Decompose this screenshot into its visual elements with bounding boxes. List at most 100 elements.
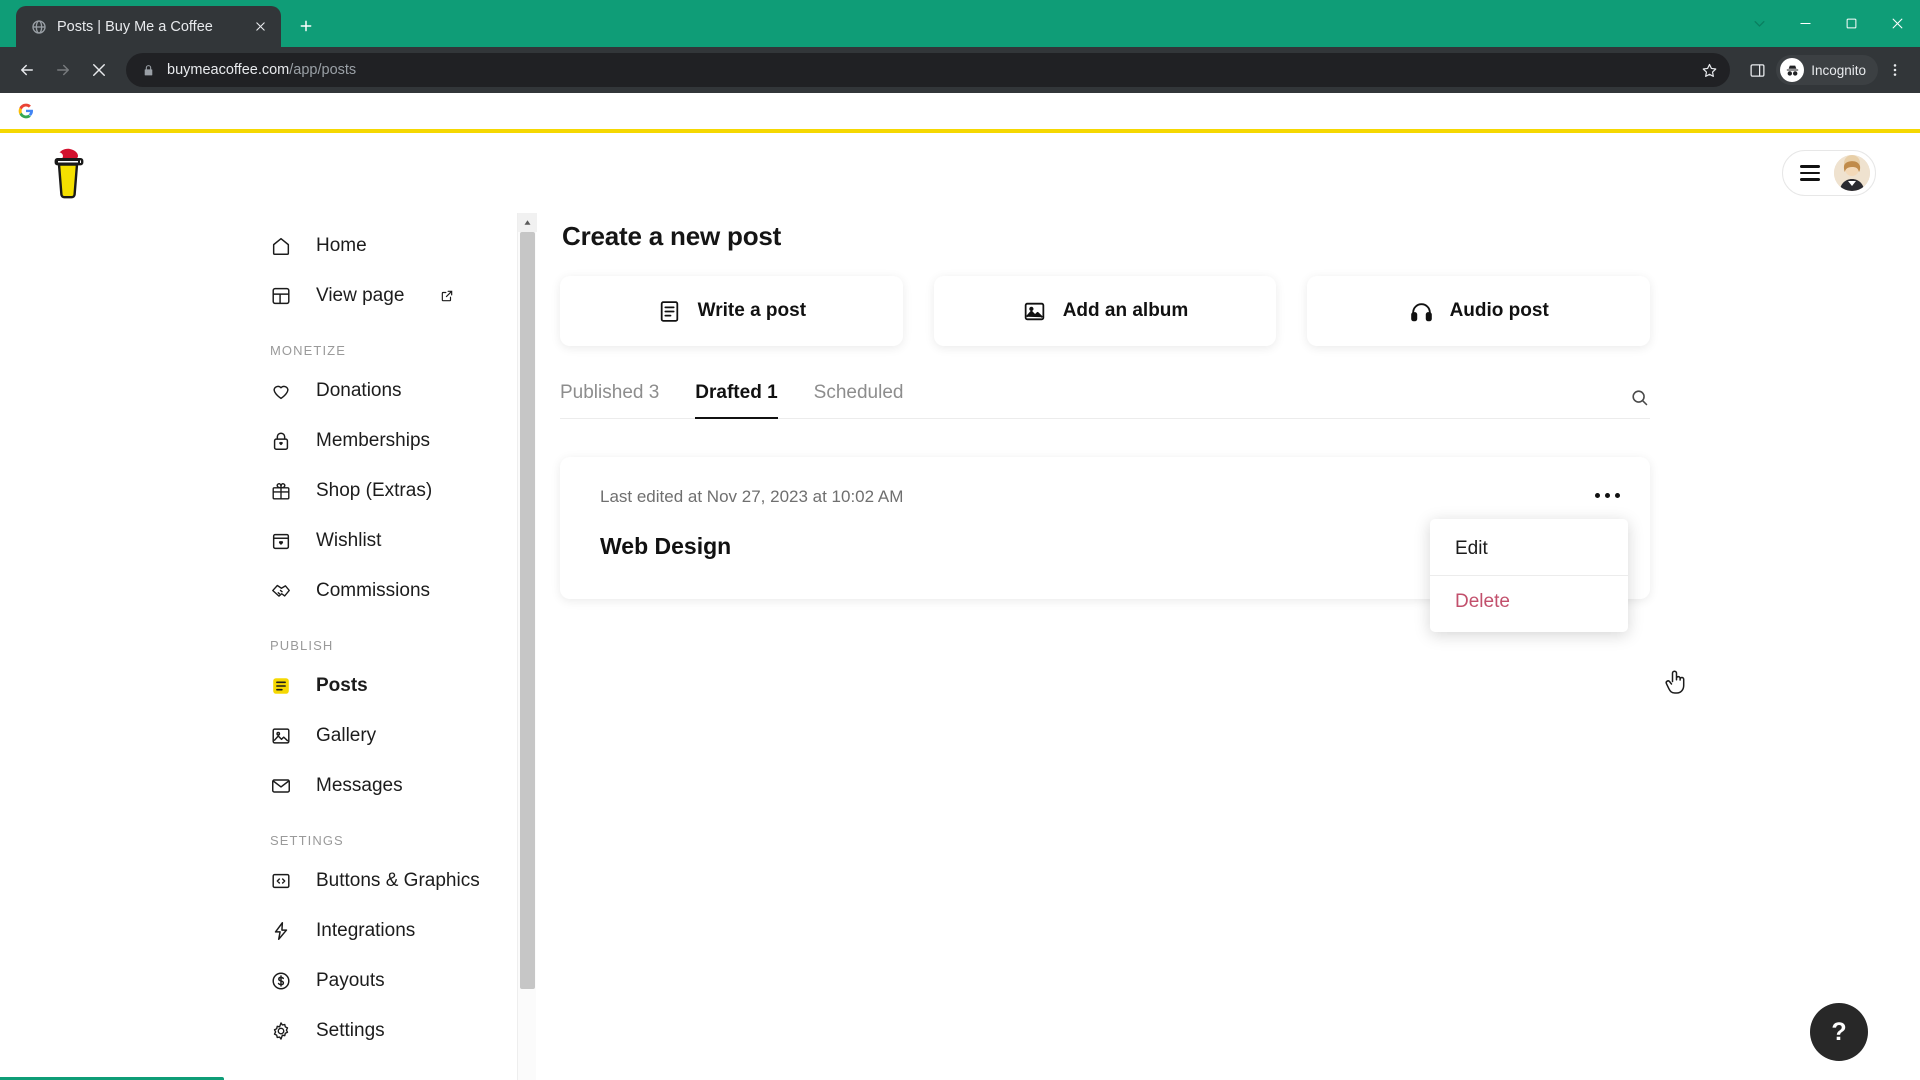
- page-content: Home View page MONETIZE Donations Member…: [0, 133, 1920, 1080]
- sidebar-section-title: MONETIZE: [270, 343, 346, 358]
- sidebar-item-commissions[interactable]: Commissions: [270, 566, 530, 616]
- menu-item-delete[interactable]: Delete: [1430, 576, 1628, 628]
- incognito-icon: [1780, 58, 1805, 82]
- side-panel-icon[interactable]: [1740, 53, 1774, 87]
- google-icon[interactable]: [12, 99, 40, 123]
- page-title: Create a new post: [562, 221, 782, 251]
- maximize-icon[interactable]: [1828, 0, 1874, 47]
- post-last-edited: Last edited at Nov 27, 2023 at 10:02 AM: [600, 487, 904, 506]
- audio-post-button[interactable]: Audio post: [1307, 276, 1651, 346]
- app-header: [0, 133, 1920, 213]
- posts-tabs: Published 3 Drafted 1 Scheduled: [560, 382, 1650, 419]
- hamburger-icon[interactable]: [1800, 165, 1820, 181]
- dollar-circle-icon: [270, 970, 292, 992]
- chevron-down-icon[interactable]: [1736, 0, 1782, 47]
- user-menu-button[interactable]: [1782, 150, 1876, 196]
- sidebar-item-label: Home: [316, 235, 367, 256]
- document-icon: [657, 299, 682, 324]
- sidebar-item-donations[interactable]: Donations: [270, 366, 530, 416]
- create-post-options: Write a post Add an album Audio post: [560, 276, 1651, 346]
- sidebar-item-label: Messages: [316, 775, 403, 796]
- external-link-icon: [440, 289, 454, 303]
- new-tab-button[interactable]: [289, 9, 323, 43]
- sidebar-item-posts[interactable]: Posts: [270, 661, 530, 711]
- minimize-icon[interactable]: [1782, 0, 1828, 47]
- sidebar-item-messages[interactable]: Messages: [270, 761, 530, 811]
- sidebar-item-wishlist[interactable]: Wishlist: [270, 516, 530, 566]
- back-arrow-icon[interactable]: [10, 53, 44, 87]
- tab-scheduled[interactable]: Scheduled: [814, 382, 904, 418]
- url-path: /app/posts: [289, 62, 357, 78]
- sidebar-item-label: Integrations: [316, 920, 416, 941]
- globe-icon: [30, 18, 47, 35]
- heart-icon: [270, 380, 292, 402]
- tab-title: Posts | Buy Me a Coffee: [57, 18, 213, 35]
- sidebar-item-memberships[interactable]: Memberships: [270, 416, 530, 466]
- create-card-label: Write a post: [697, 300, 807, 321]
- help-button[interactable]: ?: [1810, 1003, 1868, 1061]
- avatar[interactable]: [1834, 155, 1870, 191]
- sidebar-item-label: Settings: [316, 1020, 385, 1041]
- sidebar-item-label: Payouts: [316, 970, 385, 991]
- window-controls: [1736, 0, 1920, 47]
- tab-published[interactable]: Published 3: [560, 382, 659, 418]
- image-icon: [1022, 299, 1047, 324]
- headphones-icon: [1409, 299, 1434, 324]
- sidebar: Home View page MONETIZE Donations Member…: [0, 213, 537, 1080]
- sidebar-item-home[interactable]: Home: [270, 221, 530, 271]
- three-dot-menu-icon[interactable]: [1590, 482, 1624, 508]
- sidebar-item-label: Shop (Extras): [316, 480, 433, 501]
- lightning-icon: [270, 920, 292, 942]
- tab-strip: Posts | Buy Me a Coffee: [0, 0, 1920, 47]
- menu-item-edit[interactable]: Edit: [1430, 523, 1628, 575]
- post-list-item[interactable]: Last edited at Nov 27, 2023 at 10:02 AM …: [560, 457, 1650, 632]
- sidebar-item-label: Wishlist: [316, 530, 382, 551]
- bookmark-bar: [0, 93, 1920, 129]
- incognito-profile-button[interactable]: Incognito: [1776, 55, 1878, 85]
- code-brackets-icon: [270, 870, 292, 892]
- three-dot-menu-icon[interactable]: [1880, 53, 1910, 87]
- mouse-cursor-pointer: [1663, 668, 1689, 698]
- browser-tab[interactable]: Posts | Buy Me a Coffee: [16, 6, 281, 47]
- sidebar-item-label: Buttons & Graphics: [316, 870, 480, 891]
- main-content: Create a new post Write a post Add an al…: [530, 213, 1920, 1080]
- sidebar-item-payouts[interactable]: Payouts: [270, 956, 530, 1006]
- sidebar-item-label: Gallery: [316, 725, 377, 746]
- post-context-menu[interactable]: Edit Delete: [1430, 519, 1628, 632]
- image-icon: [270, 725, 292, 747]
- sidebar-item-buttons-graphics[interactable]: Buttons & Graphics: [270, 856, 530, 906]
- sidebar-item-gallery[interactable]: Gallery: [270, 711, 530, 761]
- handshake-icon: [270, 580, 292, 602]
- buymeacoffee-cup-logo[interactable]: [46, 145, 92, 201]
- sidebar-item-settings[interactable]: Settings: [270, 1006, 530, 1056]
- gear-icon: [270, 1020, 292, 1042]
- add-an-album-button[interactable]: Add an album: [933, 276, 1277, 346]
- lock-icon: [142, 64, 155, 77]
- write-a-post-button[interactable]: Write a post: [560, 276, 903, 346]
- sidebar-item-shop-extras[interactable]: Shop (Extras): [270, 466, 530, 516]
- browser-toolbar: buymeacoffee.com/app/posts Incognito: [0, 47, 1920, 93]
- body-wrap: Home View page MONETIZE Donations Member…: [0, 213, 1920, 1080]
- browser-window: Posts | Buy Me a Coffee buymeacoffee.com…: [0, 0, 1920, 1080]
- stop-loading-icon[interactable]: [82, 53, 116, 87]
- lock-heart-icon: [270, 430, 292, 452]
- address-bar[interactable]: buymeacoffee.com/app/posts: [126, 53, 1731, 87]
- url-domain: buymeacoffee.com: [167, 62, 290, 78]
- incognito-label: Incognito: [1811, 62, 1866, 78]
- header-right: [1782, 150, 1876, 196]
- layout-icon: [270, 285, 292, 307]
- forward-arrow-icon: [46, 53, 80, 87]
- close-icon[interactable]: [249, 16, 271, 38]
- home-icon: [270, 235, 292, 257]
- gift-icon: [270, 480, 292, 502]
- sidebar-item-label: View page: [316, 285, 405, 306]
- sidebar-item-integrations[interactable]: Integrations: [270, 906, 530, 956]
- sidebar-item-label: Memberships: [316, 430, 431, 451]
- search-icon[interactable]: [1629, 387, 1650, 418]
- star-icon[interactable]: [1701, 62, 1718, 79]
- close-icon[interactable]: [1874, 0, 1920, 47]
- sidebar-item-view-page[interactable]: View page: [270, 271, 530, 321]
- tab-drafted[interactable]: Drafted 1: [695, 382, 779, 419]
- sidebar-item-label: Donations: [316, 380, 402, 401]
- wishlist-icon: [270, 530, 292, 552]
